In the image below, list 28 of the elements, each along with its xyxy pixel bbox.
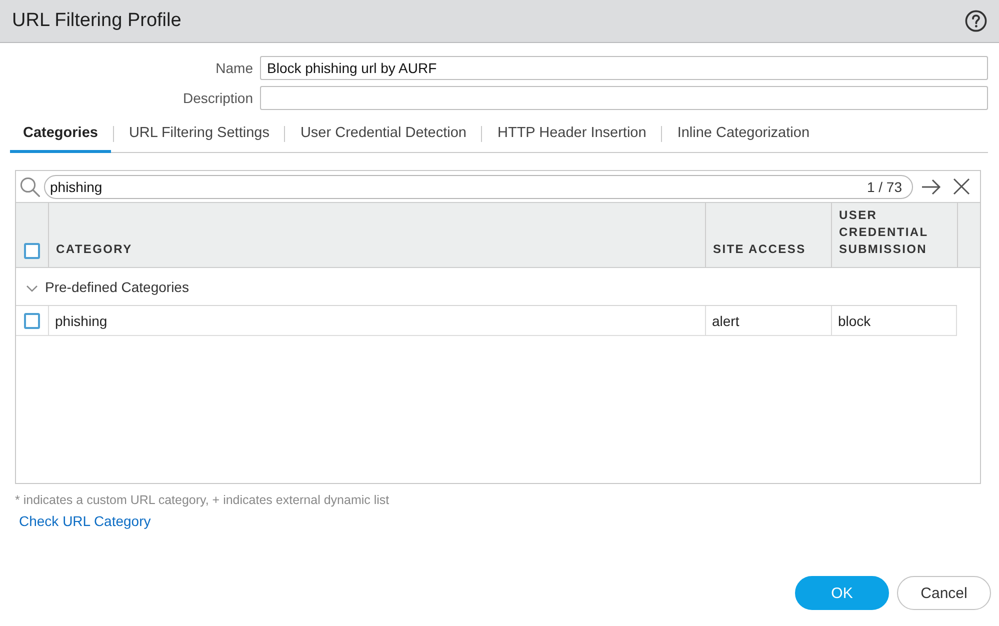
column-header[interactable]: SITE ACCESS [713,241,806,258]
tab[interactable]: Inline Categorization [664,115,823,153]
cancel-button[interactable]: Cancel [897,576,991,610]
row-checkbox[interactable] [24,312,40,328]
column-header[interactable]: CATEGORY [56,241,132,258]
table-cell: phishing [55,312,108,328]
search-field[interactable]: phishing 1 / 73 [44,174,913,198]
close-icon[interactable] [953,178,970,195]
tab[interactable]: HTTP Header Insertion [484,115,660,153]
help-icon[interactable] [965,10,987,32]
column-header[interactable]: USER CREDENTIAL SUBMISSION [839,207,950,258]
field-label: Name [216,60,253,76]
check-url-link[interactable]: Check URL Category [19,513,151,529]
group-label: Pre-defined Categories [45,278,189,294]
field-label: Description [182,90,253,106]
table-cell: block [838,312,871,328]
window-title: URL Filtering Profile [12,10,182,32]
tab[interactable]: User Credential Detection [287,115,480,153]
table-cell: alert [712,312,740,328]
tab[interactable]: URL Filtering Settings [116,115,282,153]
next-arrow-icon[interactable] [921,178,941,194]
footnote: * indicates a custom URL category, + indicates external dynamic list [15,493,390,507]
select-all-checkbox[interactable] [24,243,40,259]
tab[interactable]: Categories [10,115,111,153]
search-icon [20,176,40,196]
text-field[interactable] [260,86,988,110]
match-count: 1 / 73 [866,178,902,194]
text-field[interactable]: Block phishing url by AURF [260,56,988,80]
